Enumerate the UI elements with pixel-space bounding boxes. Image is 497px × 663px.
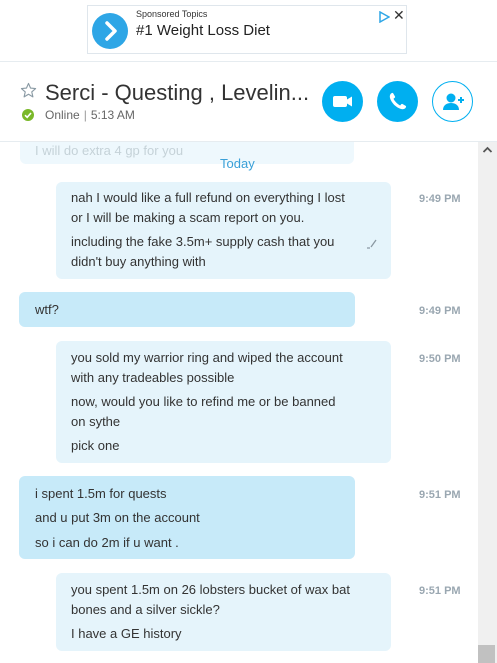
message-line: now, would you like to refind me or be b…: [71, 394, 336, 409]
scroll-up-arrow-icon[interactable]: [478, 142, 497, 159]
status-separator: |: [83, 108, 87, 122]
message-timestamp: 9:49 PM: [419, 193, 461, 205]
message-line: didn't buy anything with: [71, 254, 206, 269]
date-divider: Today: [220, 156, 255, 171]
video-camera-icon: [333, 96, 352, 107]
scrollbar-track[interactable]: [478, 142, 497, 663]
message-timestamp: 9:51 PM: [419, 489, 461, 501]
message-line: you sold my warrior ring and wiped the a…: [71, 350, 343, 365]
ad-choices-icon[interactable]: [378, 10, 391, 28]
message-line: pick one: [71, 438, 120, 453]
message-line: and u put 3m on the account: [35, 510, 200, 525]
ad-sponsored-label: Sponsored Topics: [136, 9, 208, 19]
ad-close-button[interactable]: ✕: [393, 7, 405, 24]
message-line: so i can do 2m if u want .: [35, 535, 179, 550]
message-line: or I will be making a scam report on you…: [71, 210, 305, 225]
previous-message-text: I will do extra 4 gp for you: [35, 143, 184, 158]
message-line: you spent 1.5m on 26 lobsters bucket of …: [71, 582, 350, 597]
message-bubble-received[interactable]: [19, 292, 355, 327]
message-line: on sythe: [71, 414, 121, 429]
local-time: 5:13 AM: [90, 108, 135, 122]
conversation-title[interactable]: Serci - Questing , Levelin...: [45, 80, 309, 106]
status-text: Online: [45, 108, 80, 122]
message-timestamp: 9:51 PM: [419, 585, 461, 597]
message-line: I have a GE history: [71, 626, 182, 641]
message-timestamp: 9:50 PM: [419, 353, 461, 365]
message-line: bones and a silver sickle?: [71, 602, 220, 617]
message-line: including the fake 3.5m+ supply cash tha…: [71, 234, 335, 249]
chevron-right-icon: [92, 13, 128, 49]
favorite-star-icon[interactable]: [20, 82, 37, 104]
video-call-button[interactable]: [322, 81, 363, 122]
edited-pencil-icon: [366, 236, 378, 254]
header-divider: [0, 61, 497, 62]
message-line: i spent 1.5m for quests: [35, 486, 167, 501]
ad-title-link[interactable]: #1 Weight Loss Diet: [136, 22, 270, 39]
online-status-icon: [22, 109, 34, 121]
audio-call-button[interactable]: [377, 81, 418, 122]
message-timestamp: 9:49 PM: [419, 305, 461, 317]
add-participant-button[interactable]: [432, 81, 473, 122]
add-person-icon: [443, 93, 464, 110]
message-line: with any tradeables possible: [71, 370, 235, 385]
scrollbar-thumb[interactable]: [478, 645, 495, 663]
sponsored-ad-banner[interactable]: Sponsored Topics #1 Weight Loss Diet ✕: [87, 5, 407, 54]
message-line: wtf?: [35, 302, 59, 317]
status-line: Online | 5:13 AM: [45, 108, 135, 122]
message-line: nah I would like a full refund on everyt…: [71, 190, 345, 205]
phone-icon: [389, 92, 407, 110]
